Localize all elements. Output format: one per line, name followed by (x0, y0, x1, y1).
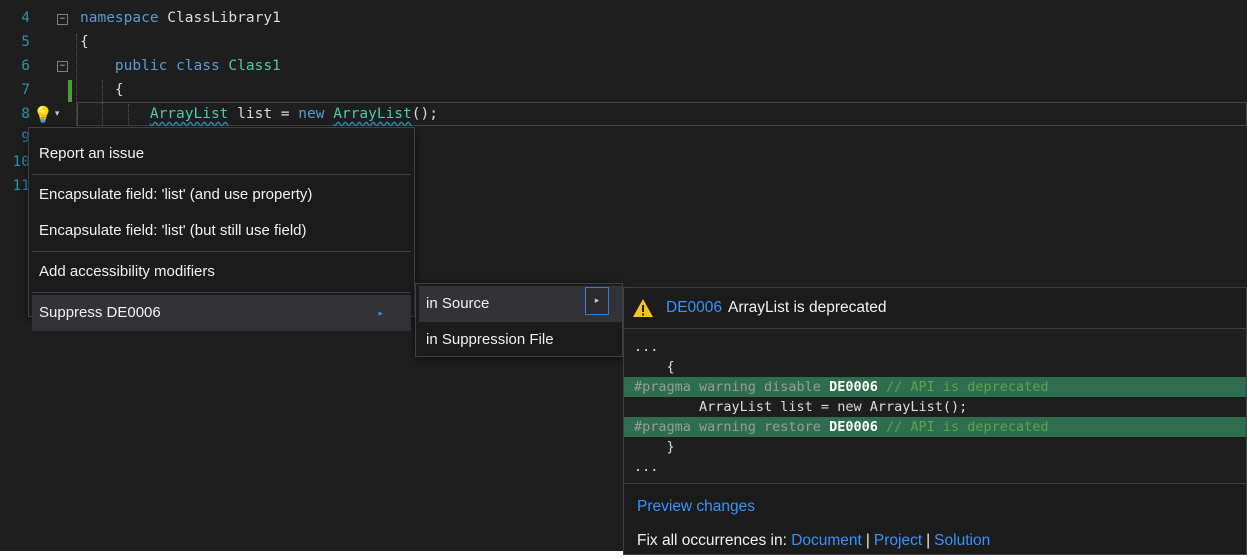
fix-all-label: Fix all occurrences in: (637, 532, 792, 549)
line-number: 10 (12, 154, 30, 170)
code-text[interactable]: namespace ClassLibrary1 (80, 6, 281, 30)
preview-changes-link[interactable]: Preview changes (637, 498, 755, 516)
scope-separator: | (865, 532, 870, 549)
line-number: 7 (21, 82, 30, 98)
submenu-expand-arrow-icon[interactable]: ▸ (585, 287, 609, 315)
code-token: { (80, 82, 124, 98)
code-text[interactable]: { (80, 78, 124, 102)
code-line: 5{ (0, 30, 1247, 54)
context-code-line: ArrayList list = new ArrayList(); (634, 399, 968, 415)
code-line: 6 public class Class1 (0, 54, 1247, 78)
code-token: namespace (80, 10, 159, 26)
preview-header: DE0006 ArrayList is deprecated (624, 288, 1246, 328)
pragma-comment: // API is deprecated (877, 379, 1049, 395)
code-token: { (80, 34, 89, 50)
line-number: 8 (21, 106, 30, 122)
code-token: ClassLibrary1 (158, 10, 281, 26)
code-token: new (298, 106, 325, 122)
fix-all-occurrences: Fix all occurrences in: Document | Project… (637, 532, 990, 550)
code-text[interactable]: { (80, 30, 89, 54)
code-token: public class (80, 58, 229, 74)
code-text[interactable]: ArrayList list = new ArrayList(); (80, 102, 438, 126)
code-line: 7 { (0, 78, 1247, 102)
scope-separator: | (926, 532, 931, 549)
encapsulate-field-field-item[interactable]: Encapsulate field: 'list' (but still use… (29, 213, 414, 249)
line-number: 5 (21, 34, 30, 50)
line-number: 9 (21, 130, 30, 146)
fix-all-solution-link[interactable]: Solution (934, 532, 990, 549)
code-token: ArrayList (333, 106, 412, 122)
fix-all-document-link[interactable]: Document (791, 532, 862, 549)
add-accessibility-modifiers-item[interactable]: Add accessibility modifiers (29, 254, 414, 290)
chevron-down-icon: ▾ (54, 109, 60, 119)
context-code-line: ... (634, 339, 659, 355)
suppress-label: Suppress DE0006 (39, 304, 161, 321)
pragma-id: DE0006 (829, 419, 878, 435)
added-code-line: #pragma warning disable DE0006 // API is… (624, 377, 1246, 397)
report-issue-item[interactable]: Report an issue (29, 136, 414, 172)
context-code-line: } (634, 439, 675, 455)
diagnostic-id-link[interactable]: DE0006 (666, 299, 722, 317)
line-number: 11 (12, 178, 30, 194)
pragma-directive: #pragma warning restore (634, 419, 830, 435)
quick-actions-menu: Report an issue Encapsulate field: 'list… (28, 127, 415, 331)
code-token: list = (228, 106, 299, 122)
submenu-arrow-icon: ▸ (378, 308, 383, 318)
menu-separator (32, 251, 411, 252)
code-token: (); (411, 106, 438, 122)
fix-preview-panel: DE0006 ArrayList is deprecated ... { #pra… (623, 287, 1247, 555)
code-token: Class1 (228, 58, 281, 74)
quick-actions-lightbulb[interactable]: 💡 ▾ (33, 104, 67, 124)
encapsulate-field-property-item[interactable]: Encapsulate field: 'list' (and use prope… (29, 177, 414, 213)
context-code-line: ... (634, 459, 659, 475)
context-code-line: { (634, 359, 675, 375)
menu-separator (32, 292, 411, 293)
added-code-line: #pragma warning restore DE0006 // API is… (624, 417, 1246, 437)
line-number: 4 (21, 10, 30, 26)
code-line: 4 namespace ClassLibrary1 (0, 6, 1247, 30)
suppress-in-file-item[interactable]: in Suppression File (416, 322, 622, 358)
diagnostic-message: ArrayList is deprecated (728, 299, 887, 316)
warning-triangle-icon (633, 299, 653, 317)
pragma-comment: // API is deprecated (877, 419, 1049, 435)
line-number: 6 (21, 58, 30, 74)
pragma-id: DE0006 (829, 379, 878, 395)
menu-separator (32, 174, 411, 175)
code-line: 8 ArrayList list = new ArrayList(); (0, 102, 1247, 126)
preview-code-diff: ... { #pragma warning disable DE0006 // A… (624, 328, 1246, 484)
fix-all-project-link[interactable]: Project (874, 532, 922, 549)
lightbulb-icon: 💡 (33, 104, 53, 124)
pragma-directive: #pragma warning disable (634, 379, 830, 395)
code-text[interactable]: public class Class1 (80, 54, 281, 78)
suppress-diagnostic-item[interactable]: Suppress DE0006 ▸ (32, 295, 411, 331)
code-token: ArrayList (149, 106, 229, 122)
